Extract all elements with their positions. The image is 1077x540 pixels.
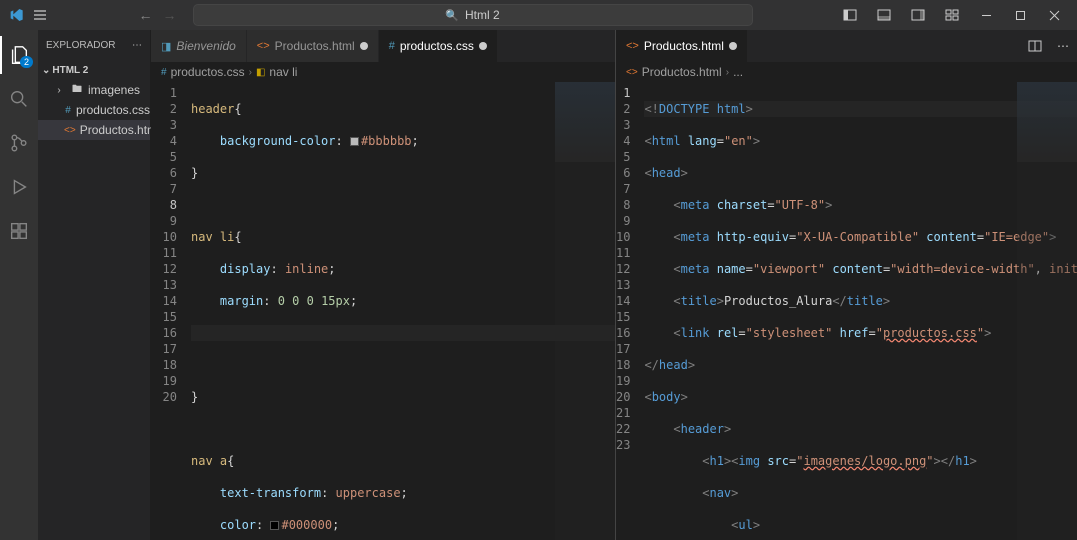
tree-label: imagenes xyxy=(88,83,140,97)
tree-file-html[interactable]: <> Productos.html xyxy=(38,120,150,140)
layout-customize-icon[interactable] xyxy=(937,0,967,30)
html-file-icon: <> xyxy=(257,40,270,52)
minimap[interactable] xyxy=(555,82,615,540)
vscode-icon xyxy=(8,7,24,23)
minimap[interactable] xyxy=(1017,82,1077,540)
line-gutter: 1234567891011121314151617181920 xyxy=(151,82,185,540)
breadcrumb-item: productos.css xyxy=(171,65,245,79)
window-close-icon[interactable] xyxy=(1039,0,1069,30)
breadcrumb-item: Productos.html xyxy=(642,65,722,79)
sidebar-more-icon[interactable]: ⋯ xyxy=(132,40,142,51)
sidebar-title: EXPLORADOR ⋯ xyxy=(38,30,150,60)
tab-label: Productos.html xyxy=(644,39,724,53)
window-minimize-icon[interactable] xyxy=(971,0,1001,30)
ab-search-icon[interactable] xyxy=(0,80,38,118)
ab-explorer-icon[interactable]: 2 xyxy=(0,36,38,74)
hamburger-menu-icon[interactable] xyxy=(32,7,48,23)
html-file-icon: <> xyxy=(626,40,639,52)
modified-dot-icon xyxy=(360,42,368,50)
tab-productos-html-right[interactable]: <> Productos.html xyxy=(616,30,748,62)
breadcrumb-item: ... xyxy=(733,65,743,79)
chevron-right-icon: › xyxy=(52,85,66,96)
search-icon: 🔍 xyxy=(445,9,459,22)
code-content[interactable]: header{ background-color: #bbbbbb; } nav… xyxy=(185,82,615,540)
sidebar-explorer: EXPLORADOR ⋯ ⌄ HTML 2 › 🖿 imagenes # pro… xyxy=(38,30,151,540)
tree-folder-imagenes[interactable]: › 🖿 imagenes xyxy=(38,80,150,100)
chevron-down-icon: ⌄ xyxy=(42,65,50,76)
project-name: HTML 2 xyxy=(52,65,88,76)
tab-label: productos.css xyxy=(400,39,474,53)
css-file-icon: # xyxy=(64,105,72,116)
chevron-right-icon: › xyxy=(726,67,729,78)
modified-dot-icon xyxy=(479,42,487,50)
html-file-icon: <> xyxy=(64,125,76,136)
project-root[interactable]: ⌄ HTML 2 xyxy=(38,60,150,80)
layout-right-icon[interactable] xyxy=(903,0,933,30)
tab-more-icon[interactable]: ⋯ xyxy=(1049,30,1077,62)
nav-forward-icon[interactable]: → xyxy=(163,7,177,23)
layout-panel-icon[interactable] xyxy=(869,0,899,30)
search-text: Html 2 xyxy=(465,8,500,22)
ab-debug-icon[interactable] xyxy=(0,168,38,206)
tree-file-css[interactable]: # productos.css xyxy=(38,100,150,120)
tabbar-right: <> Productos.html ⋯ xyxy=(616,30,1077,62)
css-file-icon: # xyxy=(389,40,395,52)
tab-label: Bienvenido xyxy=(176,39,235,53)
chevron-right-icon: › xyxy=(249,67,252,78)
editor-left: ◨ Bienvenido <> Productos.html # product… xyxy=(151,30,616,540)
breadcrumb-right[interactable]: <> Productos.html › ... xyxy=(616,62,1077,82)
welcome-icon: ◨ xyxy=(161,40,171,53)
code-area-right[interactable]: 1234567891011121314151617181920212223 <!… xyxy=(616,82,1077,540)
breadcrumb-left[interactable]: # productos.css › ◧ nav li xyxy=(151,62,615,82)
explorer-badge: 2 xyxy=(20,56,33,68)
css-file-icon: # xyxy=(161,67,167,78)
split-editor-icon[interactable] xyxy=(1021,30,1049,62)
tree-label: productos.css xyxy=(76,103,150,117)
tab-productos-html[interactable]: <> Productos.html xyxy=(247,30,379,62)
sidebar-title-text: EXPLORADOR xyxy=(46,40,115,51)
tab-label: Productos.html xyxy=(275,39,355,53)
html-file-icon: <> xyxy=(626,67,638,78)
nav-back-icon[interactable]: ← xyxy=(139,7,153,23)
ab-extensions-icon[interactable] xyxy=(0,212,38,250)
window-maximize-icon[interactable] xyxy=(1005,0,1035,30)
symbol-icon: ◧ xyxy=(256,67,265,78)
layout-side-icon[interactable] xyxy=(835,0,865,30)
line-gutter: 1234567891011121314151617181920212223 xyxy=(616,82,638,540)
tabbar-left: ◨ Bienvenido <> Productos.html # product… xyxy=(151,30,615,62)
command-center-search[interactable]: 🔍 Html 2 xyxy=(193,4,753,26)
editor-right: <> Productos.html ⋯ <> Productos.html › … xyxy=(616,30,1077,540)
ab-source-control-icon[interactable] xyxy=(0,124,38,162)
tree-label: Productos.html xyxy=(80,123,160,137)
tab-bienvenido[interactable]: ◨ Bienvenido xyxy=(151,30,247,62)
tab-productos-css[interactable]: # productos.css xyxy=(379,30,498,62)
title-bar: ← → 🔍 Html 2 xyxy=(0,0,1077,30)
code-content[interactable]: <!DOCTYPE html> <html lang="en"> <head> … xyxy=(638,82,1077,540)
activity-bar: 2 xyxy=(0,30,38,540)
modified-dot-icon xyxy=(729,42,737,50)
folder-icon: 🖿 xyxy=(70,82,84,99)
breadcrumb-item: nav li xyxy=(269,65,297,79)
code-area-left[interactable]: 1234567891011121314151617181920 header{ … xyxy=(151,82,615,540)
